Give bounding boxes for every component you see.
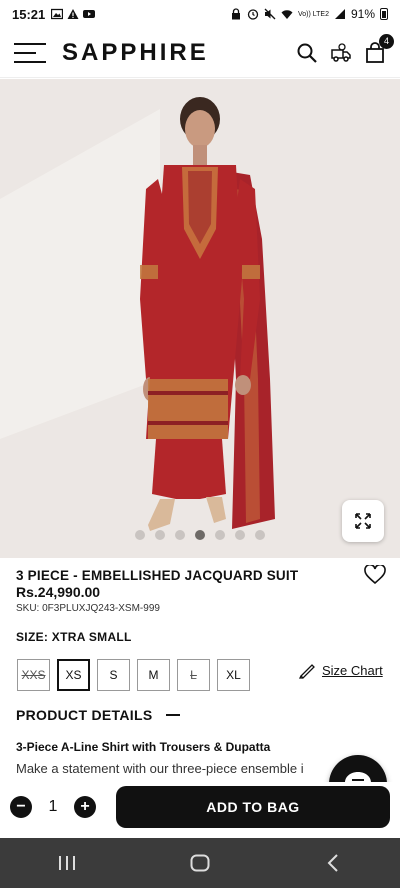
product-title-row: 3 PIECE - EMBELLISHED JACQUARD SUIT [16,565,386,585]
system-nav-bar [0,838,400,888]
size-option-s[interactable]: S [97,659,130,691]
cart-button[interactable]: 4 [364,33,394,64]
status-time: 15:21 [12,6,46,22]
product-image-gallery[interactable] [0,79,400,558]
product-details-toggle[interactable]: PRODUCT DETAILS [16,707,181,723]
menu-icon[interactable] [14,42,46,63]
alarm-icon [247,9,259,20]
delivery-truck-icon[interactable] [330,42,352,64]
zoom-button[interactable] [342,500,384,542]
warning-icon [67,9,79,19]
signal-icon [334,9,345,19]
size-options: XXS XS S M L XL [17,659,250,691]
product-title: 3 PIECE - EMBELLISHED JACQUARD SUIT [16,568,299,583]
size-chart-label: Size Chart [322,662,383,678]
gallery-dots [135,530,265,540]
quantity-stepper: − 1 + [10,796,96,818]
quantity-increase-button[interactable]: + [74,796,96,818]
selected-size-label: SIZE: XTRA SMALL [16,630,132,644]
notification-icons [51,8,96,20]
size-option-xs[interactable]: XS [57,659,90,691]
site-header: SAPPHIRE 4 [0,28,400,78]
header-icons: 4 [296,33,394,64]
size-option-xxs[interactable]: XXS [17,659,50,691]
youtube-icon [83,10,96,18]
size-option-xl[interactable]: XL [217,659,250,691]
add-to-cart-bar: − 1 + ADD TO BAG [0,782,400,832]
status-bar: 15:21 Vo)) LTE2 91% [0,0,400,28]
gallery-dot[interactable] [175,530,185,540]
network-label: Vo)) LTE2 [297,10,329,18]
gallery-dot[interactable] [215,530,225,540]
expand-icon [355,513,371,529]
home-button[interactable] [180,848,220,878]
status-right: Vo)) LTE2 91% [230,7,388,21]
recent-apps-icon [58,856,75,870]
product-details-text: Make a statement with our three-piece en… [16,761,304,776]
back-button[interactable] [313,848,353,878]
mute-icon [264,8,276,20]
cart-count-badge: 4 [379,33,394,49]
quantity-decrease-button[interactable]: − [10,796,32,818]
size-option-l[interactable]: L [177,659,210,691]
home-icon [190,854,210,872]
gallery-dot[interactable] [155,530,165,540]
back-chevron-icon [327,854,339,872]
quantity-value: 1 [48,798,58,815]
recent-apps-button[interactable] [47,848,87,878]
product-photo [0,79,400,558]
brand-logo[interactable]: SAPPHIRE [62,39,209,67]
search-icon[interactable] [296,42,318,64]
battery-percent: 91% [350,7,375,21]
product-details-subtitle: 3-Piece A-Line Shirt with Trousers & Dup… [16,740,271,754]
ruler-pencil-icon [298,664,315,679]
product-price: Rs.24,990.00 [16,584,101,600]
product-sku: SKU: 0F3PLUXJQ243-XSM-999 [16,603,160,614]
wishlist-heart-icon[interactable] [364,565,386,585]
gallery-dot[interactable] [135,530,145,540]
size-chart-link[interactable]: Size Chart [298,661,383,679]
gallery-dot[interactable] [235,530,245,540]
gallery-dot[interactable] [255,530,265,540]
gallery-notification-icon [51,8,64,20]
gallery-dot[interactable] [195,530,205,540]
battery-icon [380,8,388,20]
product-details-heading: PRODUCT DETAILS [16,707,153,723]
size-option-m[interactable]: M [137,659,170,691]
collapse-minus-icon [166,714,181,716]
lock-icon [231,8,240,20]
wifi-icon [281,10,293,19]
add-to-bag-button[interactable]: ADD TO BAG [116,786,390,828]
